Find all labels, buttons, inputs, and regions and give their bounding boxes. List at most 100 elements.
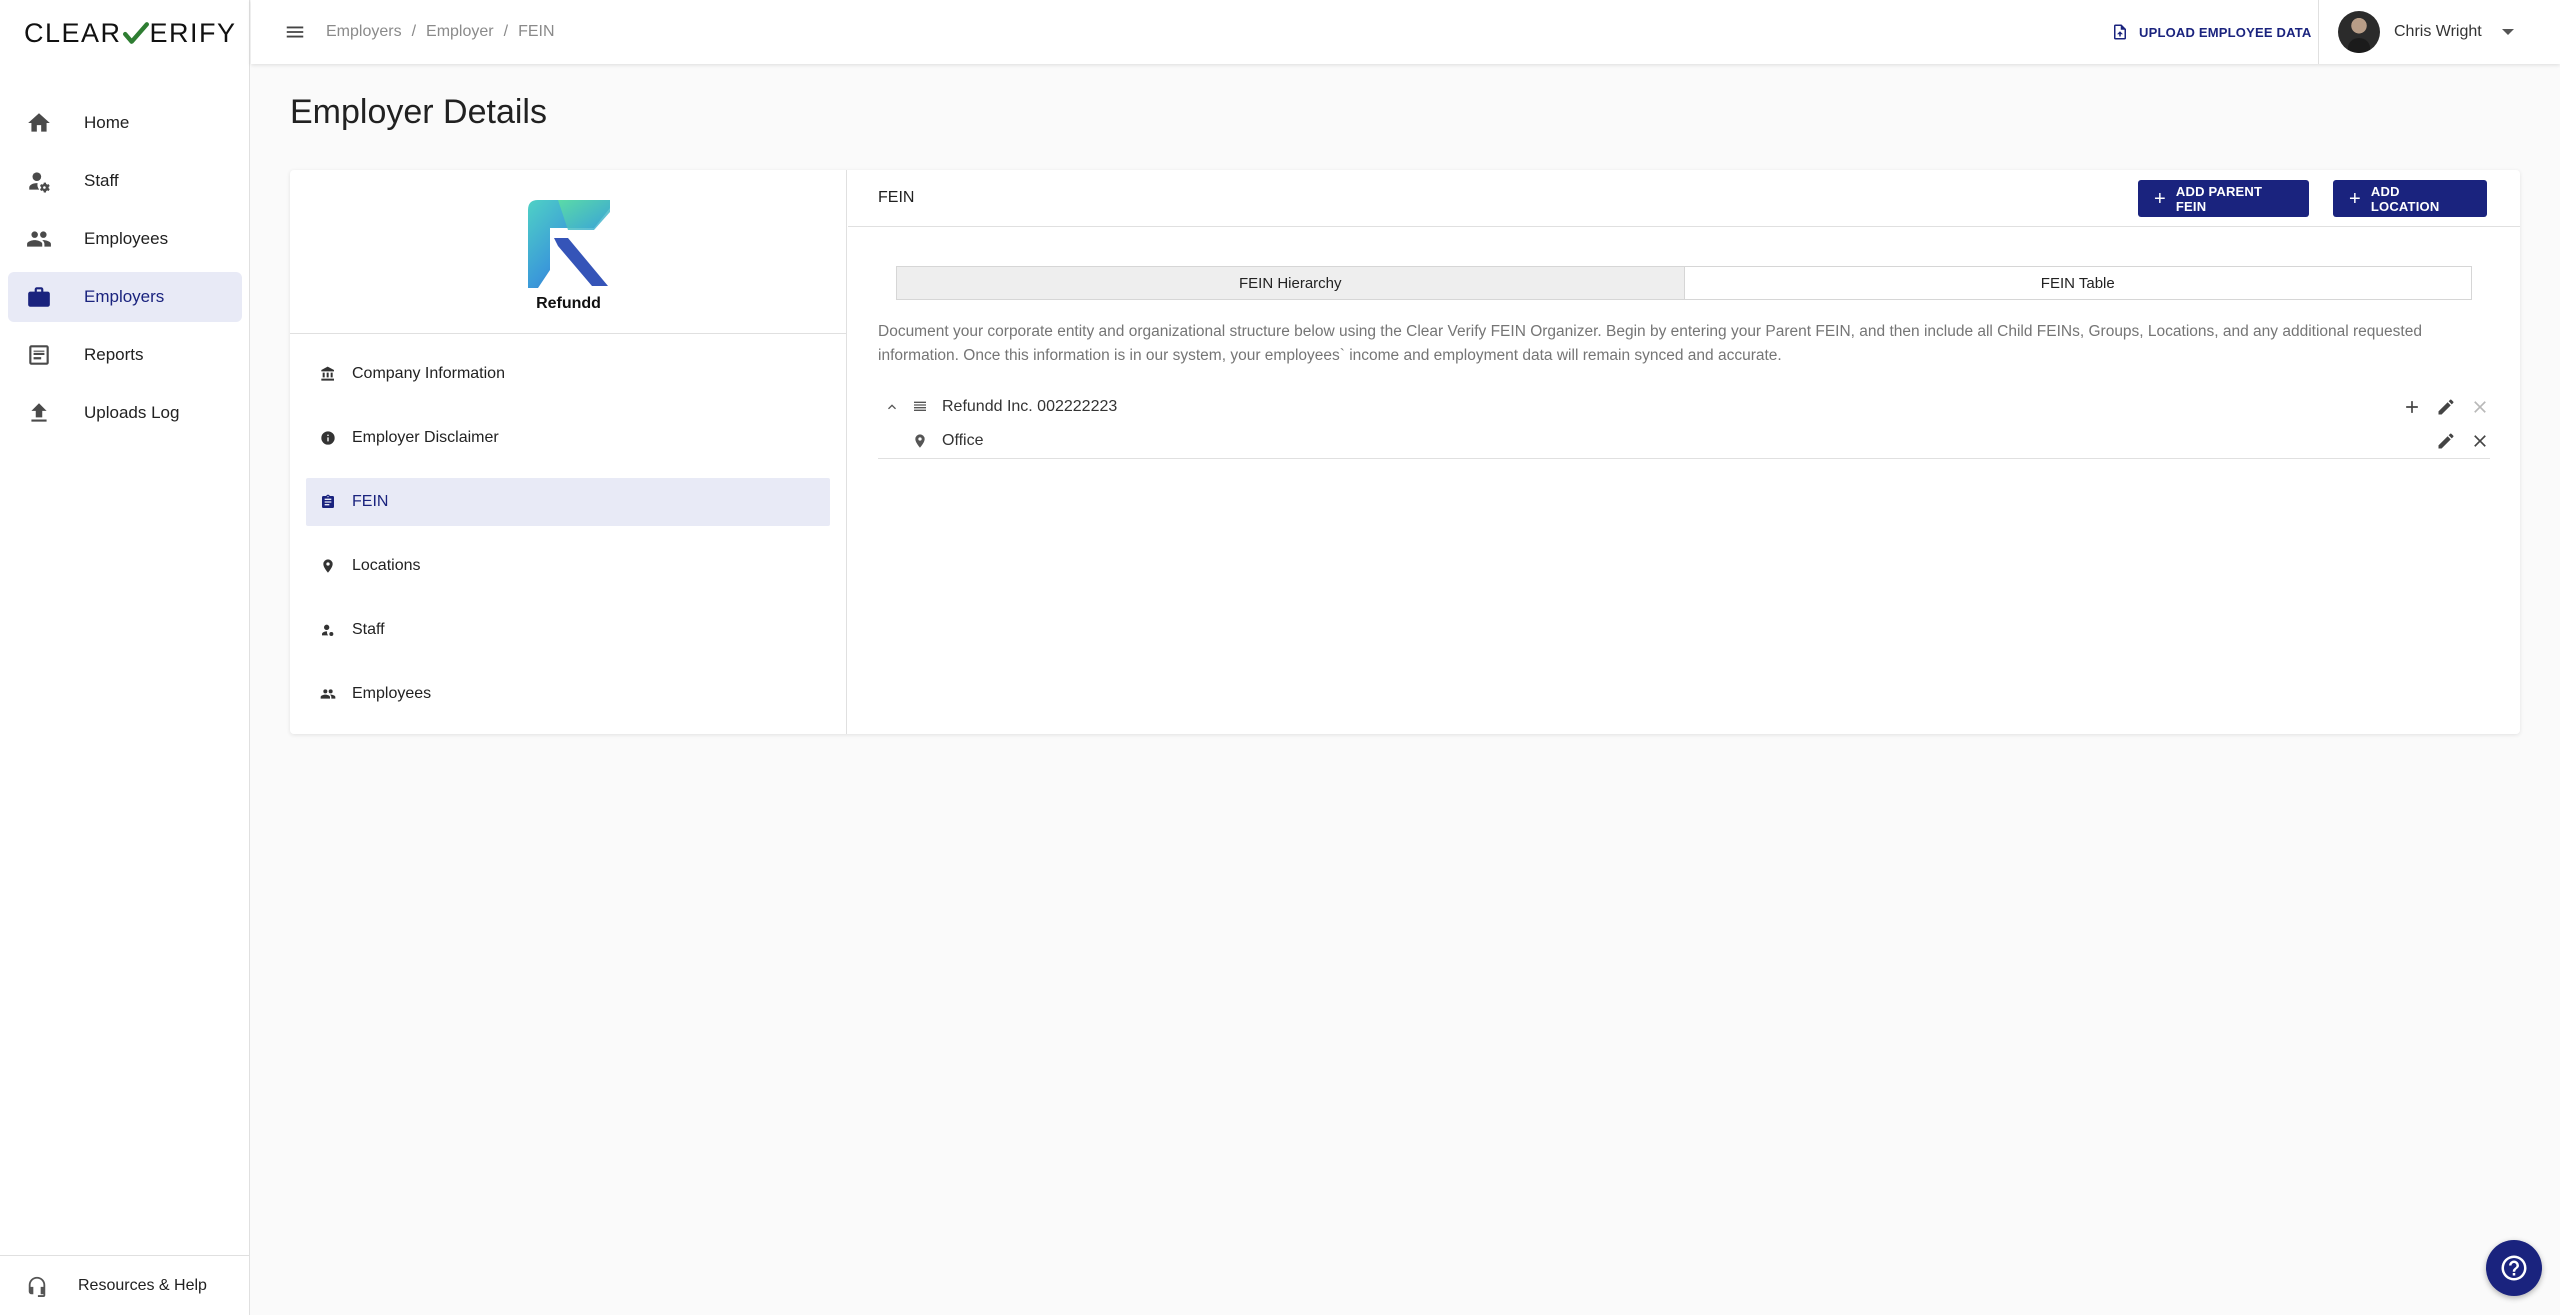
logo-text-right: ERIFY — [149, 17, 237, 48]
subnav-label: Company Information — [352, 365, 505, 382]
subnav-label: Locations — [352, 557, 421, 574]
avatar — [2338, 11, 2380, 53]
chevron-down-icon — [2501, 29, 2514, 35]
add-parent-fein-label: ADD PARENT FEIN — [2175, 183, 2263, 214]
subnav-employees[interactable]: Employees — [306, 670, 830, 718]
fein-tree: Refundd Inc. 002222223 Office — [878, 390, 2490, 459]
clipboard-icon — [320, 494, 336, 510]
sidebar-item-home[interactable]: Home — [8, 98, 242, 148]
headset-icon — [28, 1276, 46, 1297]
hamburger-icon — [286, 26, 304, 38]
location-pin-icon — [912, 432, 930, 450]
top-bar: Employers / Employer / FEIN UPLOAD EMPLO… — [251, 0, 2560, 64]
page-title: Employer Details — [290, 93, 547, 131]
breadcrumb-separator: / — [503, 23, 509, 40]
tree-divider — [878, 458, 2490, 459]
checkmark-icon — [122, 22, 149, 44]
user-name: Chris Wright — [2394, 23, 2482, 40]
pencil-icon — [2438, 433, 2454, 449]
sidebar-item-label: Home — [84, 113, 130, 132]
resources-help-link[interactable]: Resources & Help — [0, 1255, 249, 1315]
tree-row-label: Refundd Inc. 002222223 — [942, 398, 1118, 415]
list-icon — [912, 398, 930, 416]
sidebar-item-label: Staff — [84, 171, 119, 190]
upload-icon — [26, 400, 52, 426]
subnav-staff[interactable]: Staff — [306, 606, 830, 654]
menu-toggle-button[interactable] — [284, 21, 306, 43]
subnav-label: Staff — [352, 621, 385, 638]
add-parent-fein-button[interactable]: + ADD PARENT FEIN — [2138, 180, 2309, 217]
sidebar-item-employers[interactable]: Employers — [8, 272, 242, 322]
add-child-button[interactable] — [2402, 397, 2422, 417]
subnav-locations[interactable]: Locations — [306, 542, 830, 590]
company-logo — [528, 200, 610, 288]
question-mark-icon — [2501, 1255, 2527, 1281]
delete-button[interactable] — [2470, 431, 2490, 451]
fein-description: Document your corporate entity and organ… — [878, 323, 2422, 364]
fein-panel-title: FEIN — [878, 189, 915, 206]
file-upload-icon — [2114, 24, 2126, 40]
breadcrumb: Employers / Employer / FEIN — [326, 23, 555, 41]
sidebar-item-staff[interactable]: Staff — [8, 156, 242, 206]
add-location-button[interactable]: + ADD LOCATION — [2333, 180, 2487, 217]
employer-sub-nav: Company Information Employer Disclaimer … — [290, 334, 846, 718]
sidebar-item-employees[interactable]: Employees — [8, 214, 242, 264]
add-location-label: ADD LOCATION — [2370, 183, 2440, 214]
subnav-employer-disclaimer[interactable]: Employer Disclaimer — [306, 414, 830, 462]
subnav-label: Employees — [352, 685, 432, 702]
sidebar-item-label: Reports — [84, 345, 144, 364]
tab-fein-table[interactable]: FEIN Table — [1685, 267, 2472, 299]
row-actions — [2402, 390, 2490, 424]
breadcrumb-employer[interactable]: Employer — [426, 23, 494, 41]
sidebar: CLEAR ERIFY Home Staff Employees Employe… — [0, 0, 250, 1315]
logo-text-left: CLEAR — [24, 17, 122, 48]
clear-verify-logo[interactable]: CLEAR ERIFY — [24, 18, 237, 48]
close-icon — [2474, 401, 2486, 413]
reports-icon — [26, 342, 52, 368]
close-icon — [2474, 435, 2486, 447]
staff-icon — [320, 622, 336, 638]
sidebar-item-reports[interactable]: Reports — [8, 330, 242, 380]
fein-view-tabs: FEIN Hierarchy FEIN Table — [896, 266, 2472, 300]
company-header: Refundd — [290, 170, 846, 334]
sidebar-item-uploads-log[interactable]: Uploads Log — [8, 388, 242, 438]
chevron-up-icon[interactable] — [884, 399, 900, 415]
help-button[interactable] — [2486, 1240, 2542, 1296]
plus-icon: + — [2349, 187, 2361, 210]
home-icon — [26, 110, 52, 136]
resources-help-label: Resources & Help — [78, 1276, 207, 1294]
plus-icon — [2406, 401, 2418, 413]
subnav-label: Employer Disclaimer — [352, 429, 499, 446]
upload-employee-data-button[interactable]: UPLOAD EMPLOYEE DATA — [2111, 20, 2312, 44]
tab-fein-hierarchy[interactable]: FEIN Hierarchy — [897, 267, 1685, 299]
subnav-fein[interactable]: FEIN — [306, 478, 830, 526]
staff-icon — [26, 168, 52, 194]
delete-button[interactable] — [2470, 397, 2490, 417]
sidebar-item-label: Uploads Log — [84, 403, 180, 422]
briefcase-icon — [26, 284, 52, 310]
breadcrumb-separator: / — [411, 23, 417, 40]
plus-icon: + — [2154, 187, 2166, 210]
employees-icon — [320, 686, 336, 702]
subnav-label: FEIN — [352, 493, 389, 510]
tree-row-label: Office — [942, 432, 984, 449]
employer-details-card: Refundd Company Information Employer Dis… — [290, 170, 2520, 734]
upload-employee-data-label: UPLOAD EMPLOYEE DATA — [2139, 24, 2312, 40]
breadcrumb-fein: FEIN — [518, 23, 555, 40]
edit-button[interactable] — [2436, 397, 2456, 417]
tree-row-fein[interactable]: Refundd Inc. 002222223 — [878, 390, 2490, 424]
fein-panel: FEIN + ADD PARENT FEIN + ADD LOCATION FE… — [848, 170, 2520, 734]
sidebar-item-label: Employers — [84, 287, 165, 306]
subnav-company-information[interactable]: Company Information — [306, 350, 830, 398]
main-nav: Home Staff Employees Employers Reports U… — [8, 98, 242, 446]
pencil-icon — [2438, 399, 2454, 415]
breadcrumb-employers[interactable]: Employers — [326, 23, 402, 41]
location-pin-icon — [320, 558, 336, 574]
user-menu[interactable]: Chris Wright — [2338, 10, 2514, 54]
employer-side-panel: Refundd Company Information Employer Dis… — [290, 170, 847, 734]
tree-row-location[interactable]: Office — [878, 424, 2490, 458]
fein-panel-header: FEIN + ADD PARENT FEIN + ADD LOCATION — [848, 170, 2520, 227]
edit-button[interactable] — [2436, 431, 2456, 451]
topbar-divider — [2318, 0, 2319, 64]
info-icon — [320, 430, 336, 446]
